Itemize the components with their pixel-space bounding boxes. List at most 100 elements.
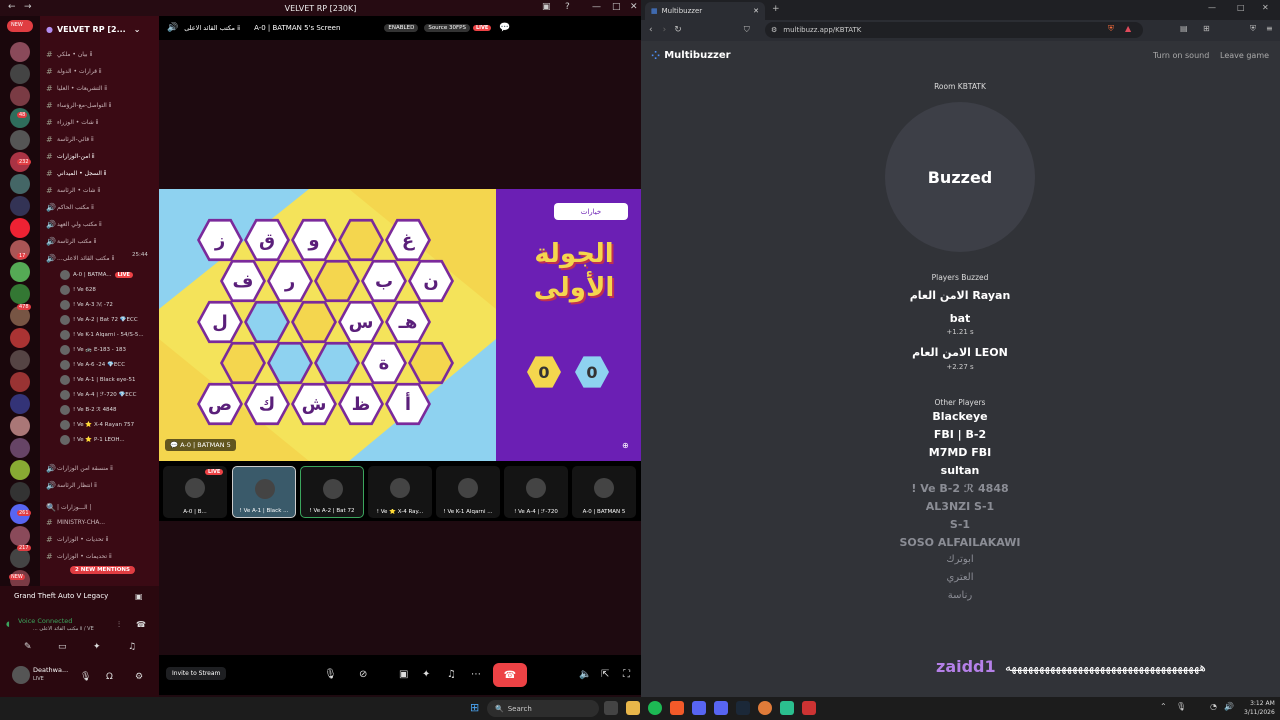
volume-icon[interactable]: 🔈 <box>579 669 591 680</box>
activities-icon[interactable]: ✦ <box>93 642 101 652</box>
choices-button[interactable]: خيارات <box>554 203 628 220</box>
site-info-icon[interactable]: ⚙ <box>771 26 777 34</box>
new-tab-icon[interactable]: + <box>772 4 780 14</box>
server-icon[interactable] <box>10 108 30 128</box>
participant-tile[interactable]: ! Ve A-2 | Bat 72 <box>300 466 364 518</box>
extensions-icon[interactable]: ⊞ <box>1203 24 1210 33</box>
server-icon[interactable] <box>10 328 30 348</box>
voice-user[interactable]: ! Ve K-1 Alqarni - 54/S-5... <box>60 327 156 342</box>
zoom-icon[interactable]: ⊕ <box>622 441 629 450</box>
server-icon[interactable] <box>10 482 30 502</box>
app2-icon[interactable] <box>780 701 794 715</box>
channel-item[interactable]: 🔍 | الـــوزارات | <box>40 500 159 514</box>
minimize-icon[interactable]: — <box>1208 3 1216 12</box>
channel-item[interactable]: # التواصل-مع-الرؤساء ⅱ <box>40 98 159 112</box>
channel-item[interactable]: # تحديمات • الوزارات ⅱ <box>40 549 159 563</box>
server-icon[interactable] <box>10 372 30 392</box>
server-icon[interactable] <box>10 174 30 194</box>
participant-tile[interactable]: A-0 | BATMAN 5 <box>572 466 636 518</box>
close-tab-icon[interactable]: ✕ <box>753 7 759 15</box>
new-mentions-badge[interactable]: 2 NEW MENTIONS <box>70 566 135 574</box>
channel-item[interactable]: # قرارات • الدولة ⅱ <box>40 64 159 78</box>
fullscreen-icon[interactable]: ⛶ <box>623 669 630 680</box>
menu-icon[interactable]: ≡ <box>1266 24 1273 33</box>
sidebar-icon[interactable]: ▤ <box>1180 24 1188 33</box>
brave-icon[interactable] <box>670 701 684 715</box>
spotify-icon[interactable] <box>648 701 662 715</box>
forward-arrow-icon[interactable]: → <box>24 2 32 12</box>
server-icon[interactable] <box>10 548 30 568</box>
voice-user[interactable]: ! Ve A-1 | Black eye-51 <box>60 372 156 387</box>
taskbar-search[interactable]: 🔍 Search <box>487 700 599 717</box>
gear-icon[interactable]: ⚙ <box>135 672 143 682</box>
close-icon[interactable]: ✕ <box>630 2 638 12</box>
server-icon[interactable] <box>10 86 30 106</box>
wifi-icon[interactable]: ◔ <box>1210 702 1217 711</box>
server-icon[interactable] <box>10 416 30 436</box>
soundboard-icon[interactable]: ♫ <box>128 642 136 652</box>
channel-item[interactable]: # التشريعات • العليا ⅱ <box>40 81 159 95</box>
chat-icon[interactable]: 💬 <box>499 23 510 33</box>
camera-icon[interactable]: ✎ <box>24 642 32 652</box>
server-icon[interactable] <box>10 460 30 480</box>
tray-chevron-icon[interactable]: ⌃ <box>1160 702 1167 711</box>
wallet-icon[interactable]: ⛨ <box>1250 24 1256 34</box>
file-explorer-icon[interactable] <box>626 701 640 715</box>
channel-item[interactable]: 🔊 مكتب الرئاسة ⅱ <box>40 234 159 248</box>
server-icon[interactable] <box>10 42 30 62</box>
forward-icon[interactable]: › <box>663 25 667 35</box>
app3-icon[interactable] <box>802 701 816 715</box>
channel-item[interactable]: # تحديات • الوزارات ⅱ <box>40 532 159 546</box>
server-icon[interactable] <box>10 130 30 150</box>
participant-tile[interactable]: ! Ve A-1 | Black ... <box>232 466 296 518</box>
disconnect-icon[interactable]: ☎ <box>136 620 146 629</box>
back-arrow-icon[interactable]: ← <box>8 2 16 12</box>
voice-user[interactable]: ! Ve A-4 | ℱ-720 💎ECC <box>60 387 156 402</box>
camera-off-icon[interactable]: ⊘ <box>359 669 367 680</box>
brand[interactable]: ⁘ Multibuzzer <box>651 48 731 62</box>
url-input[interactable]: ⚙ multibuzz.app/KBTATK <box>765 22 1143 38</box>
minimize-icon[interactable]: — <box>592 2 601 12</box>
participant-tile[interactable]: ! Ve K-1 Alqarni ... <box>436 466 500 518</box>
server-icon[interactable] <box>10 526 30 546</box>
leave-call-button[interactable]: ☎ <box>493 663 527 687</box>
clock[interactable]: 3:12 AM 3/11/2026 <box>1244 699 1275 717</box>
buzz-button[interactable]: Buzzed <box>885 102 1035 252</box>
voice-user[interactable]: ! Ve B-2 ℛ 4848 <box>60 402 156 417</box>
voice-user[interactable]: ! Ve ⭐ P-1 LEOH... <box>60 432 156 447</box>
start-icon[interactable]: ⊞ <box>470 701 479 714</box>
task-view-icon[interactable] <box>604 701 618 715</box>
leave-game-link[interactable]: Leave game <box>1220 51 1269 60</box>
inbox-icon[interactable]: ▣ <box>542 2 551 12</box>
soundboard-icon[interactable]: ♫ <box>447 669 456 680</box>
voice-user[interactable]: A-0 | BATMA... LIVE <box>60 267 156 282</box>
server-icon[interactable] <box>10 262 30 282</box>
server-icon[interactable] <box>10 438 30 458</box>
popout-icon[interactable]: ⇱ <box>601 669 609 680</box>
voice-user[interactable]: ! Ve A-2 | Bat 72 💎ECC <box>60 312 156 327</box>
screen-share-icon[interactable]: ▭ <box>58 642 67 652</box>
noise-suppression-icon[interactable]: ⫶ <box>118 620 120 630</box>
server-icon[interactable] <box>10 196 30 216</box>
voice-channel-path[interactable]: ... مكتب القائد الاعلى ⅱ / VE <box>33 626 94 632</box>
server-icon[interactable] <box>10 394 30 414</box>
voice-user[interactable]: ! Ve ⭐ X-4 Rayan 757 <box>60 417 156 432</box>
discord-icon[interactable] <box>692 701 706 715</box>
voice-user[interactable]: ! Ve A-6 -24 💎ECC <box>60 357 156 372</box>
brave-shield-icon[interactable]: ⛨ <box>1108 24 1114 34</box>
voice-user[interactable]: ! Ve A-3 ℳ -72 <box>60 297 156 312</box>
more-icon[interactable]: ⋯ <box>471 669 481 680</box>
tab-multibuzzer[interactable]: ▦ Multibuzzer ✕ <box>645 2 765 20</box>
discord-canary-icon[interactable] <box>714 701 728 715</box>
maximize-icon[interactable]: □ <box>1237 3 1245 12</box>
activity-icon[interactable]: ▣ <box>135 592 143 601</box>
channel-item[interactable]: 🔊 منسقة امن الوزارات ⅱ <box>40 461 159 475</box>
microphone-icon[interactable]: 🎙 <box>80 672 91 682</box>
channel-item[interactable]: 🔊 انتظار الرئاسة ⅱ <box>40 478 159 492</box>
server-icon[interactable] <box>10 284 30 304</box>
rewards-icon[interactable]: ▲ <box>1125 24 1131 33</box>
server-icon[interactable] <box>10 218 30 238</box>
participant-tile[interactable]: A-0 | B... LIVE <box>163 466 227 518</box>
help-icon[interactable]: ? <box>565 2 570 12</box>
maximize-icon[interactable]: □ <box>612 2 621 12</box>
